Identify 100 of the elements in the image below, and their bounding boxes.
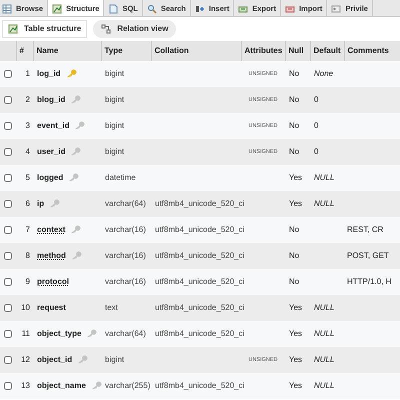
type-cell: datetime (105, 173, 136, 182)
row-number: 11 (22, 329, 30, 338)
column-header: Null (288, 46, 304, 55)
default-cell: NULL (314, 329, 334, 338)
column-name: method (37, 251, 66, 260)
row-checkbox[interactable] (4, 356, 12, 364)
row-checkbox[interactable] (4, 382, 12, 390)
row-number: 6 (26, 199, 30, 208)
import-icon (285, 4, 296, 14)
type-cell: bigint (105, 69, 124, 78)
row-number: 5 (26, 173, 30, 182)
null-cell: No (289, 277, 300, 286)
default-cell: NULL (314, 381, 334, 390)
null-cell: No (289, 121, 300, 130)
default-cell: NULL (314, 303, 334, 312)
column-name: object_id (37, 355, 72, 364)
column-header: Collation (154, 46, 189, 55)
relation-icon (101, 24, 112, 34)
row-checkbox[interactable] (4, 122, 12, 130)
type-cell: varchar(64) (105, 199, 146, 208)
column-name: protocol (37, 277, 69, 286)
column-name: logged (37, 173, 64, 182)
default-cell: NULL (314, 199, 334, 208)
key-icon (70, 95, 82, 104)
row-number: 12 (21, 355, 30, 364)
null-cell: Yes (289, 173, 302, 182)
column-name: context (37, 225, 66, 234)
row-number: 1 (26, 69, 30, 78)
column-header: Name (36, 46, 58, 55)
type-cell: text (105, 303, 118, 312)
row-number: 10 (21, 303, 30, 312)
column-name: request (37, 303, 66, 312)
default-cell: 0 (314, 147, 318, 156)
default-cell: NULL (314, 355, 334, 364)
column-header: Default (314, 46, 341, 55)
row-number: 9 (26, 277, 30, 286)
row-checkbox[interactable] (4, 96, 12, 104)
comments-cell: POST, GET (347, 251, 389, 260)
type-cell: bigint (105, 147, 124, 156)
null-cell: No (289, 251, 300, 260)
default-cell: None (314, 69, 334, 78)
type-cell: bigint (105, 121, 124, 130)
null-cell: No (289, 225, 300, 234)
collation-cell: utf8mb4_unicode_520_ci (155, 381, 244, 390)
null-cell: Yes (289, 303, 302, 312)
type-cell: varchar(64) (105, 329, 146, 338)
column-name: blog_id (37, 95, 66, 104)
row-checkbox[interactable] (4, 252, 12, 260)
row-number: 3 (26, 121, 30, 130)
row-number: 4 (26, 147, 30, 156)
type-cell: bigint (105, 95, 124, 104)
row-checkbox[interactable] (4, 226, 12, 234)
row-checkbox[interactable] (4, 148, 12, 156)
default-cell: 0 (314, 95, 318, 104)
row-checkbox[interactable] (4, 174, 12, 182)
key-icon (68, 173, 80, 182)
key-icon (49, 199, 60, 208)
document-icon (108, 4, 118, 14)
type-cell: varchar(255) (105, 381, 150, 390)
column-name: ip (37, 199, 44, 208)
collation-cell: utf8mb4_unicode_520_ci (155, 277, 244, 286)
type-cell: varchar(16) (105, 225, 146, 234)
type-cell: varchar(16) (105, 277, 146, 286)
row-checkbox[interactable] (4, 278, 12, 286)
null-cell: Yes (289, 329, 302, 338)
row-checkbox[interactable] (4, 304, 12, 312)
null-cell: Yes (289, 199, 302, 208)
collation-cell: utf8mb4_unicode_520_ci (155, 251, 244, 260)
export-icon (238, 4, 248, 14)
null-cell: No (289, 147, 300, 156)
subtab[interactable]: Relation view (93, 20, 176, 38)
row-checkbox[interactable] (4, 330, 12, 338)
user-card-icon (331, 4, 342, 14)
collation-cell: utf8mb4_unicode_520_ci (155, 303, 244, 312)
row-number: 2 (26, 95, 30, 104)
insert-icon (194, 4, 205, 14)
column-name: log_id (37, 69, 61, 78)
row-checkbox[interactable] (4, 200, 12, 208)
column-header: Type (104, 46, 123, 55)
column-name: event_id (37, 121, 70, 130)
key-icon (70, 225, 82, 234)
type-cell: bigint (105, 355, 124, 364)
key-icon (74, 121, 86, 130)
comments-cell: REST, CR (347, 225, 384, 234)
search-icon (146, 4, 157, 14)
column-name: user_id (37, 147, 66, 156)
key-icon (70, 251, 82, 260)
collation-cell: utf8mb4_unicode_520_ci (155, 199, 244, 208)
row-number: 13 (21, 381, 30, 390)
row-checkbox[interactable] (4, 70, 12, 78)
key-icon (86, 329, 98, 338)
null-cell: No (289, 95, 300, 104)
null-cell: No (289, 69, 300, 78)
structure-icon (8, 24, 18, 34)
key-icon (77, 355, 88, 364)
subtab[interactable]: Table structure (2, 20, 88, 38)
row-number: 7 (26, 225, 30, 234)
key-icon (70, 147, 82, 156)
default-cell: 0 (314, 121, 318, 130)
row-number: 8 (26, 251, 30, 260)
